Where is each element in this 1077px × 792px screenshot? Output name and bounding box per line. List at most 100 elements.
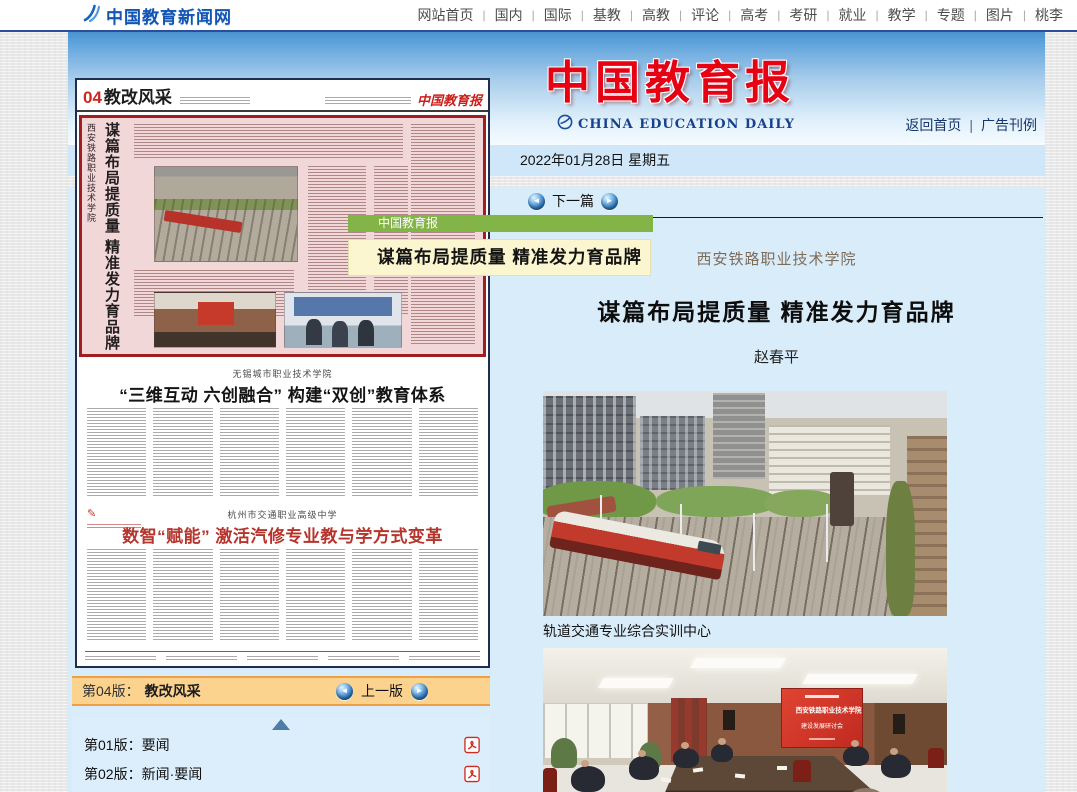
top-navigation: 网站首页| 国内| 国际| 基教| 高教| 评论| 高考| 考研| 就业| 教学… [418,5,1077,25]
topnav-item-special[interactable]: 专题 [937,5,965,25]
pdf-icon[interactable] [464,765,481,783]
topnav-item-comment[interactable]: 评论 [691,5,719,25]
date-text: 2022年01月28日 星期五 [520,152,670,168]
screen-date-line [809,738,835,740]
topnav-item-gaokao[interactable]: 高考 [740,5,768,25]
newspaper-header: 04 教改风采 中国教育报 [77,80,488,112]
nav-separator: | [679,8,682,22]
body-microtext [153,549,212,641]
newspaper-masthead-small: 中国教育报 [417,95,482,108]
art-ceiling-light [690,658,786,668]
page-list-panel: 第01版：要闻 第02版：新闻·要闻 [72,715,490,792]
topnav-item-domestic[interactable]: 国内 [495,5,523,25]
art-building [543,396,636,493]
lead-article-headline-vertical: 谋篇布局提质量 精准发力育品牌 [99,118,124,354]
globe-next-icon[interactable]: ► [601,193,618,210]
art-ceiling-light [802,674,918,684]
newspaper-page-thumbnail[interactable]: 04 教改风采 中国教育报 西安铁路职业技术学院 谋篇布局提质量 精准发力育品牌 [75,78,490,668]
nav-separator: | [777,8,780,22]
signature-microtext [87,524,141,529]
site-logo-text: 中国教育新闻网 [106,3,232,28]
article2-columns [87,408,478,496]
art-building [713,393,766,479]
topnav-item-jobs[interactable]: 就业 [839,5,867,25]
presentation-screen: 西安铁路职业技术学院 建设发展研讨会 [781,688,863,748]
art-red-chair [543,768,557,792]
scroll-up-triangle-icon[interactable] [272,719,290,730]
art-person [711,744,733,762]
body-microtext [352,408,411,496]
page-list-label[interactable]: 第01版：要闻 [84,735,170,755]
leaf-swirl-icon [557,114,573,135]
screen-title-line1: 西安铁路职业技术学院 [796,705,849,715]
link-separator: | [969,117,973,133]
art-person [571,766,605,792]
body-microtext [352,549,411,641]
topnav-item-basic-edu[interactable]: 基教 [593,5,621,25]
pagebar-section: 教改风采 [145,681,201,701]
art-standing-people [306,319,322,345]
footer-microtext [166,656,237,661]
art-ceiling-light [598,678,674,688]
next-article-label[interactable]: 下一篇 [552,191,594,211]
current-page-bar: 第04版： 教改风采 ◄ 上一版 ► [72,676,490,706]
tooltip-article-title[interactable]: 谋篇布局提质量 精准发力育品牌 [348,239,651,276]
topnav-item-teaching[interactable]: 教学 [888,5,916,25]
globe-prev-icon[interactable]: ◄ [528,193,545,210]
body-microtext [153,408,212,496]
art-distant-train [830,472,854,526]
banner-links: 返回首页 | 广告刊例 [905,115,1037,135]
art-bushes [886,481,914,616]
newspaper-article-2: 无锡城市职业技术学院 “三维互动 六创融合” 构建“双创”教育体系 [77,367,488,496]
topnav-item-higher-edu[interactable]: 高教 [642,5,670,25]
site-logo[interactable]: 中国教育新闻网 [80,2,232,29]
art-pole [753,513,755,572]
body-microtext [220,408,279,496]
masthead: 中国教育报 CHINA EDUCATION DAILY [545,46,795,135]
body-microtext [286,549,345,641]
body-microtext [419,549,478,641]
pagebar-label: 第04版： [82,681,140,701]
article-photo-meeting: 西安铁路职业技术学院 建设发展研讨会 [543,648,947,792]
art-speaker-box [893,714,905,734]
page-list-item-01[interactable]: 第01版：要闻 [72,730,490,759]
page-list-item-02[interactable]: 第02版：新闻·要闻 [72,759,490,788]
nav-separator: | [876,8,879,22]
art-pole [826,504,828,563]
nav-separator: | [483,8,486,22]
body-microtext [419,408,478,496]
pdf-icon[interactable] [464,736,481,754]
prev-page-label[interactable]: 上一版 [361,681,403,701]
topnav-item-photos[interactable]: 图片 [986,5,1014,25]
nav-separator: | [728,8,731,22]
thumb-railway-photo [154,166,298,262]
thumb-meeting-photo [154,292,276,348]
ad-rates-link[interactable]: 广告刊例 [981,117,1037,133]
body-microtext [87,549,146,641]
article2-headline: “三维互动 六创融合” 构建“双创”教育体系 [77,381,488,401]
globe-next-page-icon[interactable]: ► [411,683,428,700]
body-microtext [87,408,146,496]
art-plant [551,738,577,768]
page-list-item-03-partial[interactable] [72,788,490,792]
topnav-item-international[interactable]: 国际 [544,5,572,25]
back-home-link[interactable]: 返回首页 [905,117,961,133]
newspaper-section-name: 教改风采 [104,83,172,108]
topnav-item-taoli[interactable]: 桃李 [1035,5,1063,25]
prev-page-nav: ◄ 上一版 ► [336,681,428,701]
topnav-item-kaoyan[interactable]: 考研 [789,5,817,25]
art-person [673,748,699,768]
topnav-item-home[interactable]: 网站首页 [418,5,474,25]
newspaper-article-3: ✎ 杭州市交通职业高级中学 数智“赋能” 激活汽修专业教与学方式变革 [77,508,488,641]
body-microtext [220,549,279,641]
nav-separator: | [974,8,977,22]
nav-separator: | [630,8,633,22]
globe-prev-page-icon[interactable]: ◄ [336,683,353,700]
art-speaker-box [723,710,735,730]
masthead-cn-title: 中国教育报 [545,46,795,111]
body-microtext [286,408,345,496]
page-list-label[interactable]: 第02版：新闻·要闻 [84,764,202,784]
thumb-tv-studio-photo [284,292,402,348]
art-person [629,756,659,780]
article-author: 赵春平 [508,346,1045,365]
